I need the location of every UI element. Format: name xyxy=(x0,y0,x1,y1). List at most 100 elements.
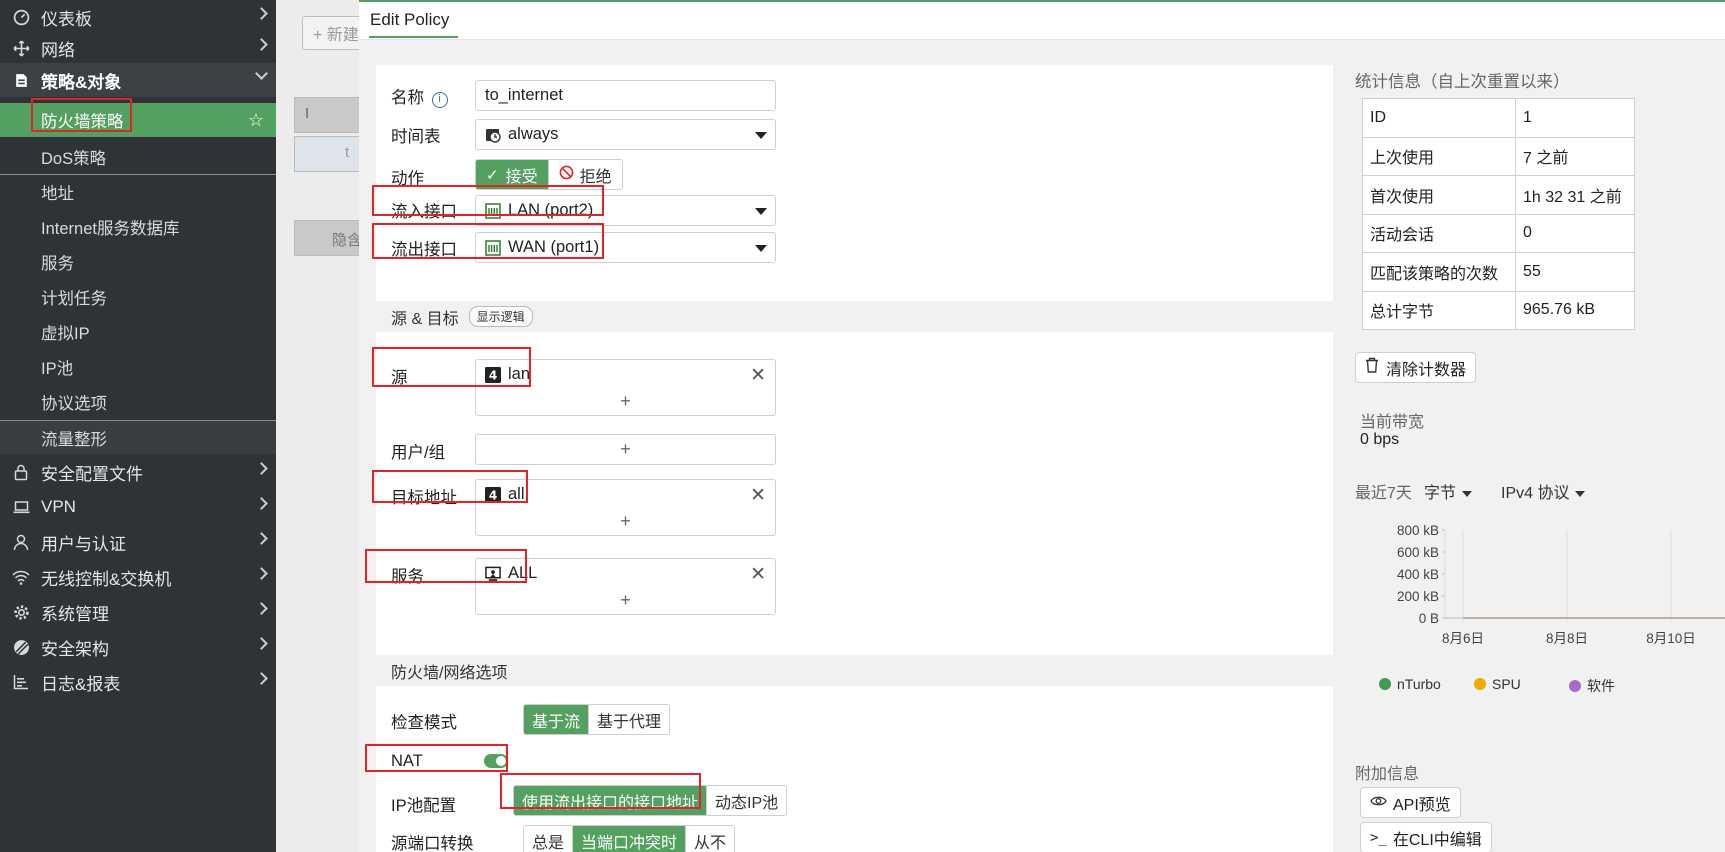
legend-item[interactable]: nTurbo xyxy=(1379,676,1441,692)
unit-select[interactable]: 字节 xyxy=(1424,479,1472,503)
y-tick-label: 200 kB xyxy=(1397,589,1439,604)
close-icon[interactable]: ✕ xyxy=(750,484,766,507)
y-tick-label: 0 B xyxy=(1419,611,1439,626)
range-label: 最近7天 xyxy=(1355,485,1412,502)
nav-user-auth[interactable]: 用户与认证 xyxy=(0,525,276,559)
additional-info-label: 附加信息 xyxy=(1355,766,1420,783)
legend-label: nTurbo xyxy=(1397,676,1441,692)
info-icon[interactable]: i xyxy=(431,92,448,108)
subnav-protocol-options[interactable]: 协议选项 xyxy=(0,385,276,419)
legend-label: SPU xyxy=(1492,676,1521,692)
subnav-label: 计划任务 xyxy=(41,290,107,308)
policy-form: 名称 i to_internet 时间表 always 动作 ✓ 接受 拒绝 流… xyxy=(365,65,1333,852)
subnav-address[interactable]: 地址 xyxy=(0,175,276,209)
subnav-traffic-shaping[interactable]: 流量整形 xyxy=(0,421,276,454)
stats-key: 匹配该策略的次数 xyxy=(1362,252,1516,292)
subnav-services[interactable]: 服务 xyxy=(0,245,276,279)
flow-based-button[interactable]: 基于流 xyxy=(524,705,590,734)
chevron-right-icon xyxy=(255,672,268,685)
deny-label: 拒绝 xyxy=(579,168,612,186)
api-preview-button[interactable]: API预览 xyxy=(1360,787,1461,818)
highlight-box xyxy=(372,347,531,387)
bandwidth-chart: 800 kB 600 kB 400 kB 200 kB 0 B8月6日 8月8日 8月10日… xyxy=(1397,523,1725,646)
nav-security-fabric[interactable]: 安全架构 xyxy=(0,630,276,664)
add-icon[interactable]: + xyxy=(476,391,775,412)
nav-network[interactable]: 网络 xyxy=(0,31,276,65)
terminal-icon: >_ xyxy=(1370,829,1387,846)
nav-vpn[interactable]: VPN xyxy=(0,490,276,524)
schedule-select[interactable]: always xyxy=(475,119,776,150)
section-title: 源 & 目标 xyxy=(391,310,459,328)
caret-down-icon xyxy=(755,245,767,252)
current-bandwidth-value: 0 bps xyxy=(1360,431,1400,448)
subnav-internet-service-db[interactable]: Internet服务数据库 xyxy=(0,210,276,244)
wifi-icon xyxy=(12,568,30,586)
y-tick-label: 600 kB xyxy=(1397,545,1439,560)
subnav-label: 服务 xyxy=(41,255,74,273)
nav-dashboard[interactable]: 仪表板 xyxy=(0,0,276,34)
caret-down-icon xyxy=(755,132,767,139)
nav-security-profiles[interactable]: 安全配置文件 xyxy=(0,455,276,489)
chevron-right-icon xyxy=(255,462,268,475)
add-icon[interactable]: + xyxy=(476,590,775,611)
chevron-down-icon xyxy=(255,67,268,80)
y-tick-label: 800 kB xyxy=(1397,523,1439,538)
legend-item[interactable]: 软件 xyxy=(1569,676,1615,696)
chevron-right-icon xyxy=(255,637,268,650)
add-icon[interactable]: + xyxy=(476,439,775,460)
star-icon[interactable]: ☆ xyxy=(248,110,264,131)
section-firewall-network-options: 防火墙/网络选项 xyxy=(376,655,1333,686)
nav-label: 无线控制&交换机 xyxy=(41,569,172,589)
deny-icon xyxy=(559,165,574,185)
stats-value: 1 xyxy=(1515,98,1635,138)
chevron-right-icon xyxy=(255,567,268,580)
nav-policy-objects[interactable]: 策略&对象 xyxy=(0,63,276,97)
edit-policy-dialog: Edit Policy 名称 i to_internet 时间表 always … xyxy=(359,0,1725,852)
subnav-label: 协议选项 xyxy=(41,395,107,413)
subnav-schedules[interactable]: 计划任务 xyxy=(0,280,276,314)
subnav-virtual-ip[interactable]: 虚拟IP xyxy=(0,315,276,349)
nav-wifi-switch[interactable]: 无线控制&交换机 xyxy=(0,560,276,594)
subnav-ip-pool[interactable]: IP池 xyxy=(0,350,276,384)
never-button[interactable]: 从不 xyxy=(686,826,734,852)
close-icon[interactable]: ✕ xyxy=(750,563,766,586)
laptop-icon xyxy=(12,498,30,516)
chevron-right-icon xyxy=(255,7,268,20)
stats-value: 7 之前 xyxy=(1515,136,1635,176)
bg-implicit-group: 隐含 xyxy=(294,220,364,256)
nav-policy-objects-label: 策略&对象 xyxy=(41,72,122,92)
show-logic-button[interactable]: 显示逻辑 xyxy=(468,306,533,327)
bg-policy-group: I xyxy=(294,97,364,133)
user-icon xyxy=(12,533,30,551)
close-icon[interactable]: ✕ xyxy=(750,364,766,387)
nav-system[interactable]: 系统管理 xyxy=(0,595,276,629)
edit-in-cli-label: 在CLI中编辑 xyxy=(1392,831,1482,849)
fabric-icon xyxy=(12,638,30,656)
add-icon[interactable]: + xyxy=(476,511,775,532)
nav-label: 日志&报表 xyxy=(41,674,121,694)
subnav-dos-policy[interactable]: DoS策略 xyxy=(0,140,276,174)
on-port-conflict-button[interactable]: 当端口冲突时 xyxy=(573,826,687,852)
nav-label: 安全架构 xyxy=(41,639,109,659)
proxy-based-button[interactable]: 基于代理 xyxy=(589,705,669,734)
legend-dot xyxy=(1474,678,1486,690)
clear-counters-button[interactable]: 清除计数器 xyxy=(1355,352,1477,383)
dynamic-ip-pool-button[interactable]: 动态IP池 xyxy=(707,786,786,815)
user-group-field[interactable]: + xyxy=(475,434,776,465)
stats-row: 匹配该策略的次数 55 xyxy=(1362,252,1635,292)
edit-in-cli-button[interactable]: >_ 在CLI中编辑 xyxy=(1360,822,1492,852)
legend-item[interactable]: SPU xyxy=(1474,676,1521,692)
eye-icon xyxy=(1370,794,1387,812)
chevron-right-icon xyxy=(255,602,268,615)
chevron-right-icon xyxy=(255,497,268,510)
protocol-select[interactable]: IPv4 协议 xyxy=(1501,479,1585,503)
always-button[interactable]: 总是 xyxy=(524,826,574,852)
nav-log-report[interactable]: 日志&报表 xyxy=(0,665,276,699)
dashboard-icon xyxy=(12,8,30,26)
schedule-label: 时间表 xyxy=(391,128,441,146)
name-input[interactable]: to_internet xyxy=(475,80,776,111)
clear-counters-label: 清除计数器 xyxy=(1386,361,1467,379)
stats-row: 总计字节 965.76 kB xyxy=(1362,290,1635,330)
trash-icon xyxy=(1365,357,1379,378)
bg-policy-row: t xyxy=(294,136,364,172)
